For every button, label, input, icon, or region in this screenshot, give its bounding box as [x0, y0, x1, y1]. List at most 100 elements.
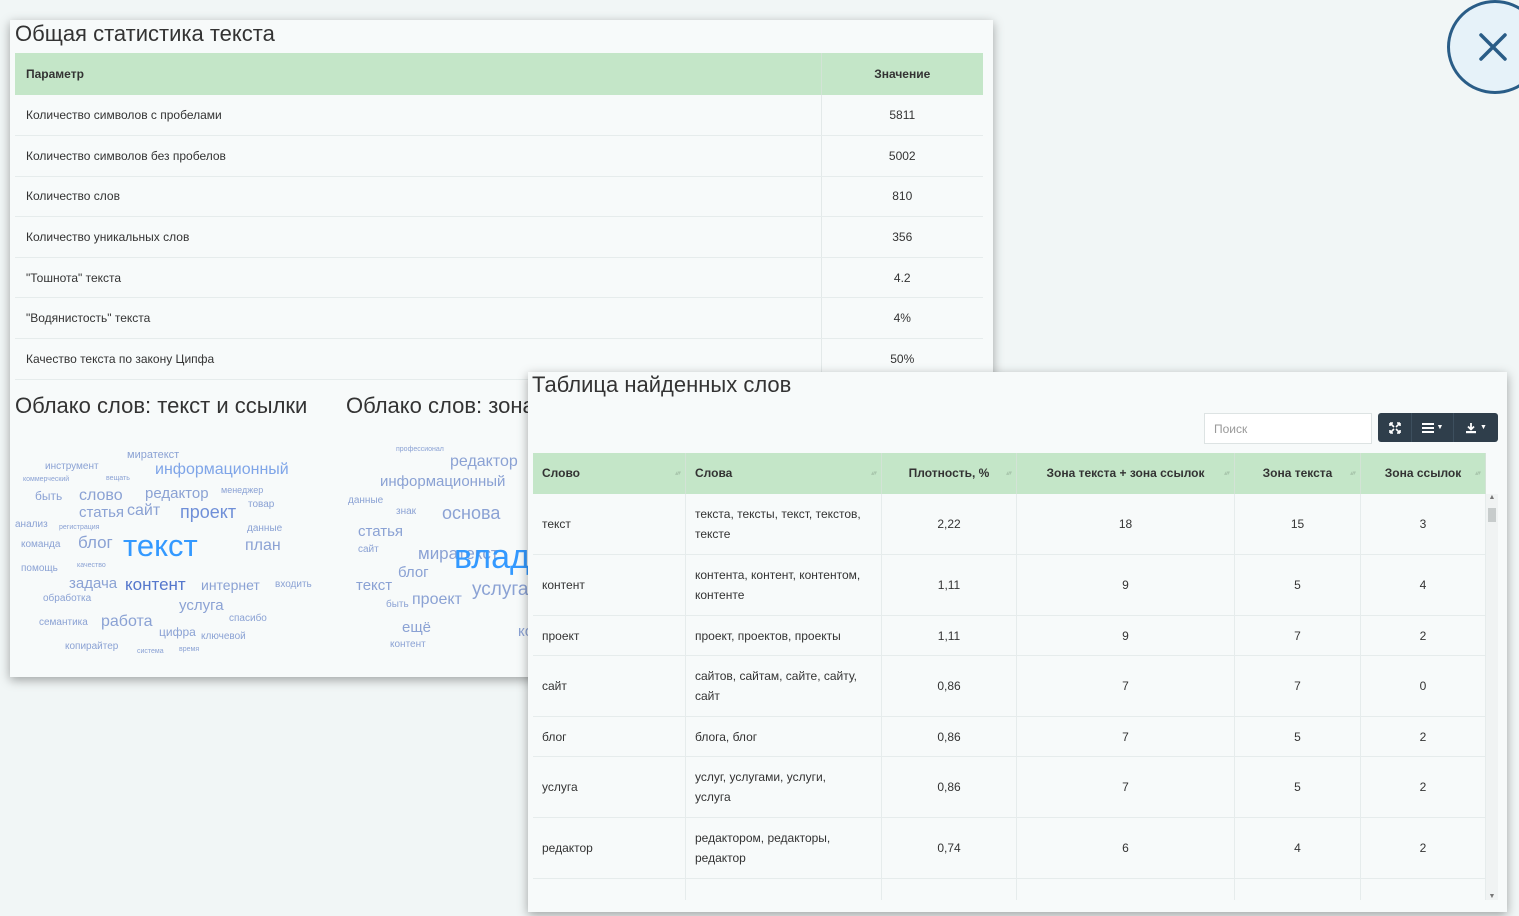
- chevron-down-icon: ▼: [1436, 424, 1444, 431]
- stats-table: Параметр Значение Количество символов с …: [15, 53, 983, 380]
- table-row[interactable]: редактор редактором, редакторы, редактор 0…: [533, 818, 1486, 879]
- cloud-word: ключевой: [201, 631, 246, 642]
- stats-header-value[interactable]: Значение: [820, 53, 983, 95]
- stats-param: "Тошнота" текста: [15, 257, 821, 299]
- cloud-word: план: [245, 537, 281, 554]
- stats-row: Количество слов 810: [15, 176, 983, 218]
- column-header[interactable]: Слово: [533, 453, 686, 494]
- table-toolbar: ▼ ▼: [1378, 413, 1498, 442]
- table-cell-both: 9: [1017, 616, 1235, 655]
- search-input[interactable]: [1204, 413, 1372, 444]
- table-cell-links: 0: [1361, 879, 1486, 900]
- cloud-word: команда: [21, 539, 61, 550]
- table-cell-links: 2: [1361, 616, 1486, 655]
- table-cell-density: 0,74: [882, 879, 1017, 900]
- cloud-word: копирайтер: [65, 641, 119, 652]
- table-cell-forms: блога, блог: [686, 717, 882, 756]
- table-cell-density: 0,86: [882, 757, 1017, 817]
- table-row[interactable]: текст текста, тексты, текст, текстов, тек…: [533, 494, 1486, 555]
- export-dropdown-button[interactable]: ▼: [1454, 413, 1498, 442]
- stats-value: 4%: [820, 297, 983, 340]
- table-cell-forms: статей, статьи: [686, 879, 882, 900]
- table-scrollbar[interactable]: ▲ ▼: [1486, 494, 1498, 900]
- table-cell-density: 0,86: [882, 656, 1017, 716]
- table-row[interactable]: проект проект, проектов, проекты 1,11 9 7 2: [533, 616, 1486, 656]
- cloud-word: данные: [348, 495, 384, 506]
- table-cell-density: 1,11: [882, 555, 1017, 615]
- cloud-word: проект: [412, 591, 462, 608]
- scroll-up-arrow[interactable]: ▲: [1486, 494, 1498, 501]
- word-cloud-text-zone: профессионал редактор информационный данные…: [346, 420, 528, 675]
- chevron-down-icon: ▼: [1480, 424, 1487, 431]
- table-cell-links: 4: [1361, 555, 1486, 615]
- table-cell-both: 7: [1017, 757, 1235, 817]
- stats-row: Количество уникальных слов 356: [15, 216, 983, 258]
- cloud-word: коммерческий: [23, 476, 70, 483]
- cloud-word: статья: [79, 504, 125, 521]
- table-cell-both: 7: [1017, 717, 1235, 756]
- table-cell-density: 0,74: [882, 818, 1017, 878]
- cloud-word: услуга: [472, 579, 528, 600]
- table-row[interactable]: сайт сайтов, сайтам, сайте, сайту, сайт 0,…: [533, 656, 1486, 717]
- stats-row: Количество символов с пробелами 5811: [15, 95, 983, 137]
- stats-value: 5002: [820, 135, 983, 177]
- fullscreen-button[interactable]: [1378, 413, 1412, 442]
- table-cell-both: 6: [1017, 818, 1235, 878]
- scroll-down-arrow[interactable]: ▼: [1486, 893, 1498, 900]
- cloud-word: профессионал: [396, 446, 444, 453]
- scrollbar-thumb[interactable]: [1488, 508, 1496, 522]
- column-header[interactable]: Зона текста: [1235, 453, 1361, 494]
- table-cell-word: контент: [533, 555, 686, 615]
- table-cell-word: текст: [533, 494, 686, 554]
- cloud-word: данные: [247, 523, 283, 534]
- cloud-word: сайт: [358, 544, 379, 555]
- stats-header-row: Параметр Значение: [15, 53, 983, 95]
- close-button[interactable]: [1447, 0, 1519, 94]
- cloud-word: основа: [442, 503, 501, 523]
- stats-row: "Водянистость" текста 4%: [15, 297, 983, 340]
- table-cell-both: 18: [1017, 494, 1235, 554]
- table-cell-text: 5: [1235, 757, 1361, 817]
- table-cell-text: 5: [1235, 717, 1361, 756]
- table-cell-word: проект: [533, 616, 686, 655]
- export-icon: [1466, 422, 1477, 433]
- word-cloud-text-links: миратекст инструмент информационный коммерч…: [15, 450, 335, 675]
- cloud-word: текст: [123, 528, 198, 563]
- table-cell-word: статья: [533, 879, 686, 900]
- stats-header-param[interactable]: Параметр: [15, 53, 821, 95]
- column-header[interactable]: Зона ссылок: [1361, 453, 1486, 494]
- cloud-word: блог: [78, 533, 113, 552]
- cloud-word: быть: [386, 599, 409, 610]
- table-cell-text: 7: [1235, 616, 1361, 655]
- close-icon: [1479, 33, 1507, 61]
- column-header[interactable]: Зона текста + зона ссылок: [1017, 453, 1235, 494]
- stats-title: Общая статистика текста: [15, 21, 275, 46]
- table-cell-links: 2: [1361, 818, 1486, 878]
- cloud-word: быть: [35, 489, 63, 503]
- table-row[interactable]: блог блога, блог 0,86 7 5 2: [533, 717, 1486, 757]
- cloud-word: ещё: [402, 619, 432, 636]
- columns-dropdown-button[interactable]: ▼: [1412, 413, 1454, 442]
- stats-value: 356: [820, 216, 983, 258]
- stats-value: 5811: [820, 95, 983, 137]
- table-row[interactable]: услуга услуг, услугами, услуги, услуга 0,8…: [533, 757, 1486, 818]
- table-cell-links: 2: [1361, 717, 1486, 756]
- table-cell-word: услуга: [533, 757, 686, 817]
- cloud-word: обработка: [43, 593, 92, 604]
- cloud-word: услуга: [179, 597, 224, 614]
- stats-row: "Тошнота" текста 4.2: [15, 257, 983, 299]
- stats-param: Количество слов: [15, 176, 821, 218]
- cloud-title-text-zone: Облако слов: зона текста: [346, 393, 536, 418]
- table-row[interactable]: контент контента, контент, контентом, кон…: [533, 555, 1486, 616]
- cloud-word: контент: [125, 575, 186, 594]
- table-row[interactable]: статьястатей, статьи0,74660: [533, 879, 1486, 900]
- cloud-word: помощь: [21, 563, 58, 574]
- column-header[interactable]: Плотность, %: [882, 453, 1017, 494]
- cloud-word: качество: [77, 562, 106, 569]
- table-cell-word: блог: [533, 717, 686, 756]
- cloud-word: работа: [101, 613, 153, 630]
- column-header[interactable]: Слова: [686, 453, 882, 494]
- cloud-word: проект: [180, 502, 237, 522]
- cloud-word: миратекст: [127, 450, 180, 461]
- cloud-word: входить: [275, 579, 312, 590]
